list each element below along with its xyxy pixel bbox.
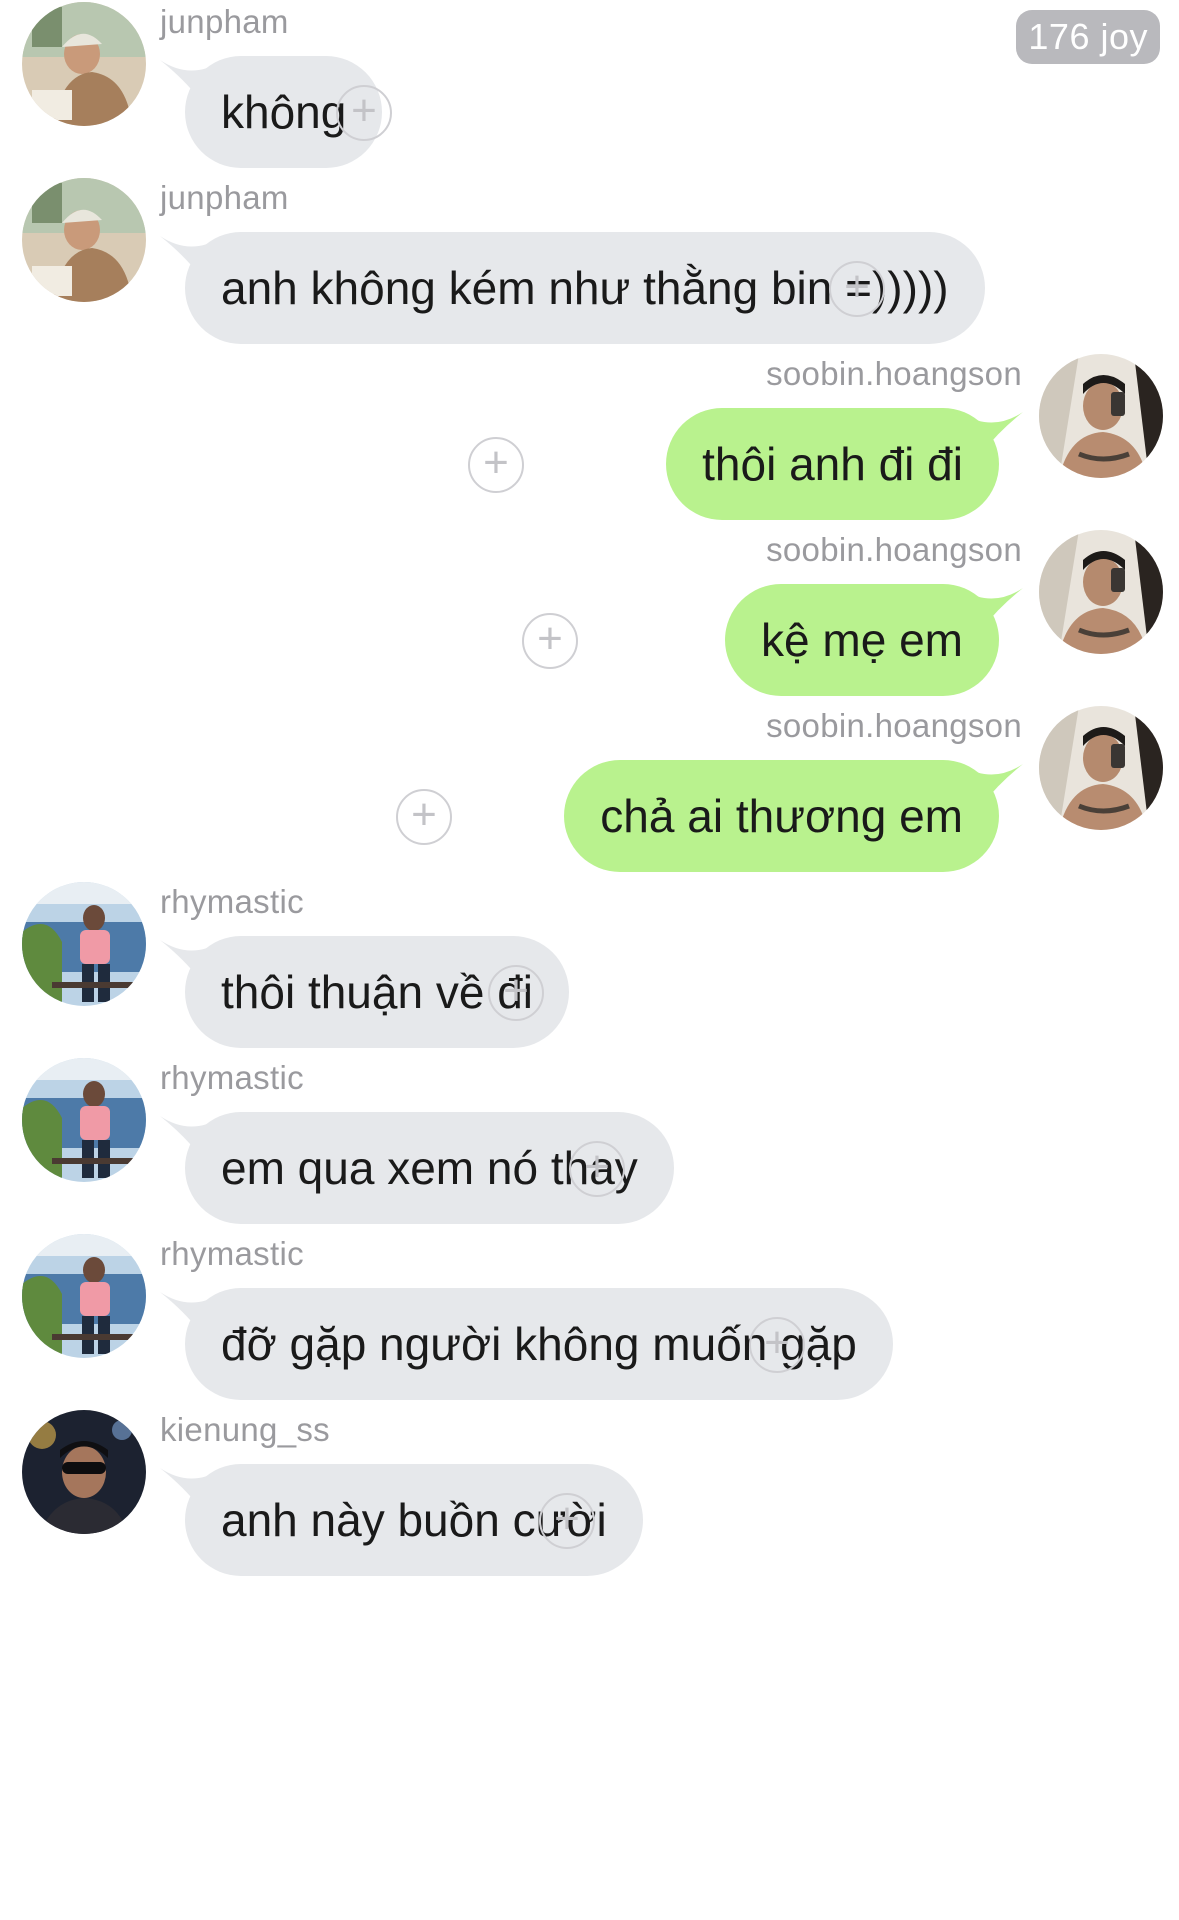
add-reaction-button[interactable]: + bbox=[539, 1493, 595, 1549]
user-avatar[interactable] bbox=[22, 1234, 146, 1358]
message-bubble[interactable]: thôi anh đi đi bbox=[666, 408, 999, 520]
message-row: junpham không + bbox=[0, 2, 1179, 202]
rhymastic-avatar-image bbox=[22, 1234, 146, 1358]
user-avatar[interactable] bbox=[22, 178, 146, 302]
add-reaction-button[interactable]: + bbox=[829, 261, 885, 317]
soobin-avatar-image bbox=[1039, 530, 1163, 654]
user-avatar[interactable] bbox=[1039, 354, 1163, 478]
message-row: rhymastic em qua xem nó thay + bbox=[0, 1058, 1179, 1258]
message-username: soobin.hoangson bbox=[766, 707, 1022, 744]
message-row: junpham anh không kém như thằng bin =)))… bbox=[0, 178, 1179, 378]
message-row: soobin.hoangson chả ai thương em + bbox=[0, 706, 1179, 906]
junpham-avatar-image bbox=[22, 2, 146, 126]
junpham-avatar-image bbox=[22, 178, 146, 302]
message-bubble[interactable]: kệ mẹ em bbox=[725, 584, 999, 696]
message-row: rhymastic đỡ gặp người không muốn gặp + bbox=[0, 1234, 1179, 1434]
user-avatar[interactable] bbox=[22, 1058, 146, 1182]
message-row: kienung_ss anh này buồn cười + bbox=[0, 1410, 1179, 1610]
message-username: kienung_ss bbox=[160, 1411, 330, 1448]
add-reaction-button[interactable]: + bbox=[488, 965, 544, 1021]
message-username: soobin.hoangson bbox=[766, 355, 1022, 392]
message-username: soobin.hoangson bbox=[766, 531, 1022, 568]
message-row: soobin.hoangson thôi anh đi đi + bbox=[0, 354, 1179, 554]
soobin-avatar-image bbox=[1039, 354, 1163, 478]
user-avatar[interactable] bbox=[1039, 530, 1163, 654]
rhymastic-avatar-image bbox=[22, 1058, 146, 1182]
message-row: soobin.hoangson kệ mẹ em + bbox=[0, 530, 1179, 730]
message-username: junpham bbox=[160, 3, 289, 40]
message-username: rhymastic bbox=[160, 1059, 304, 1096]
add-reaction-button[interactable]: + bbox=[396, 789, 452, 845]
user-avatar[interactable] bbox=[22, 1410, 146, 1534]
message-bubble[interactable]: chả ai thương em bbox=[564, 760, 999, 872]
add-reaction-button[interactable]: + bbox=[336, 85, 392, 141]
soobin-avatar-image bbox=[1039, 706, 1163, 830]
message-username: junpham bbox=[160, 179, 289, 216]
message-username: rhymastic bbox=[160, 1235, 304, 1272]
message-row: rhymastic thôi thuận về đi + bbox=[0, 882, 1179, 1082]
message-username: rhymastic bbox=[160, 883, 304, 920]
add-reaction-button[interactable]: + bbox=[569, 1141, 625, 1197]
add-reaction-button[interactable]: + bbox=[749, 1317, 805, 1373]
add-reaction-button[interactable]: + bbox=[522, 613, 578, 669]
rhymastic-avatar-image bbox=[22, 882, 146, 1006]
user-avatar[interactable] bbox=[22, 2, 146, 126]
user-avatar[interactable] bbox=[22, 882, 146, 1006]
user-avatar[interactable] bbox=[1039, 706, 1163, 830]
kienung-avatar-image bbox=[22, 1410, 146, 1534]
add-reaction-button[interactable]: + bbox=[468, 437, 524, 493]
